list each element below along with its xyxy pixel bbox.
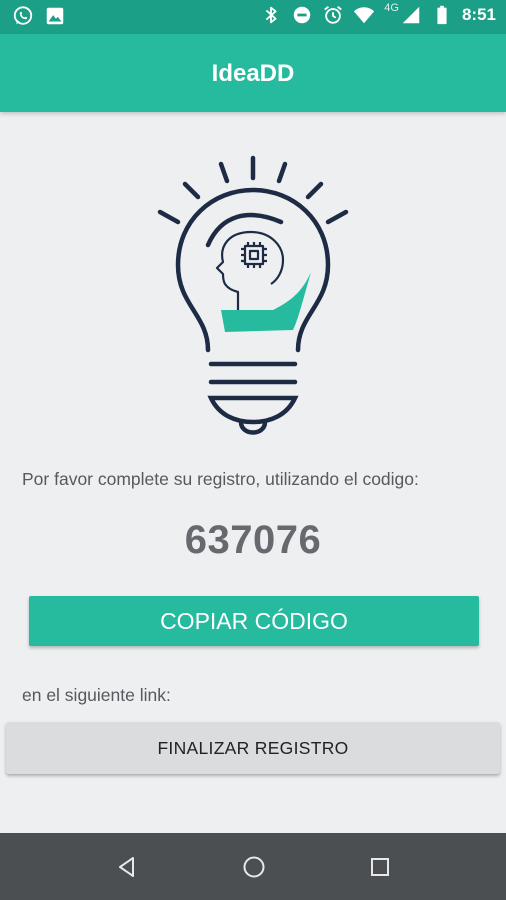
recents-icon[interactable] bbox=[366, 853, 394, 881]
wifi-icon bbox=[354, 7, 375, 24]
image-icon bbox=[46, 7, 64, 25]
do-not-disturb-icon bbox=[294, 6, 311, 24]
link-label: en el siguiente link: bbox=[22, 685, 171, 705]
instruction-text: Por favor complete su registro, utilizan… bbox=[22, 469, 419, 489]
network-type-label: 4G bbox=[384, 2, 399, 14]
bluetooth-icon bbox=[266, 6, 277, 24]
home-icon[interactable] bbox=[240, 853, 268, 881]
clock: 8:51 bbox=[461, 5, 496, 24]
app-bar: IdeaDD bbox=[0, 34, 506, 112]
battery-icon bbox=[437, 5, 447, 25]
lightbulb-head-icon bbox=[157, 155, 349, 435]
status-bar: 4G 8:51 bbox=[0, 0, 506, 34]
copy-code-button[interactable]: COPIAR CÓDIGO bbox=[29, 596, 479, 646]
alarm-icon bbox=[324, 6, 343, 24]
registration-code: 637076 bbox=[184, 518, 322, 562]
signal-icon bbox=[402, 6, 420, 24]
back-icon[interactable] bbox=[113, 853, 141, 881]
finalize-registration-button[interactable]: FINALIZAR REGISTRO bbox=[6, 722, 500, 774]
whatsapp-icon bbox=[13, 6, 33, 25]
app-title: IdeaDD bbox=[211, 60, 295, 87]
navigation-bar bbox=[0, 833, 506, 900]
